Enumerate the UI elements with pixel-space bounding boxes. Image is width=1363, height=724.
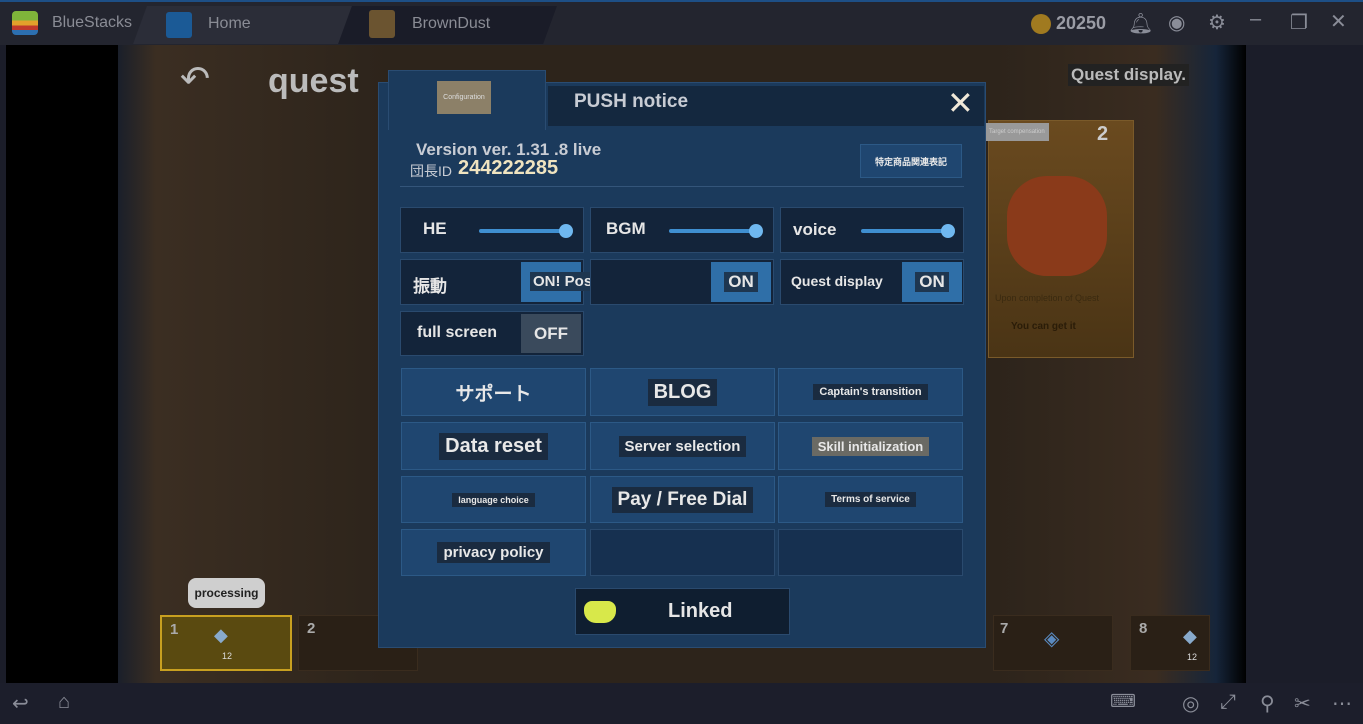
ticket-icon: ◈ (1044, 628, 1060, 650)
quest-display-label: Quest display. (1068, 64, 1189, 86)
tab-browndust-label[interactable]: BrownDust (412, 15, 490, 33)
tab-push-notice-label[interactable]: PUSH notice (574, 91, 688, 113)
app-name: BlueStacks (52, 14, 133, 31)
restore-icon[interactable]: ❐ (1290, 10, 1308, 35)
bgm-slider-track[interactable] (669, 224, 763, 238)
privacy-policy-button[interactable]: privacy policy (401, 529, 586, 576)
slider-bgm[interactable]: BGM (590, 207, 774, 253)
blog-button[interactable]: BLOG (590, 368, 775, 416)
quest-slot[interactable]: 7 ◈ (993, 615, 1113, 671)
back-arrow-icon[interactable]: ↶ (180, 58, 210, 100)
tab-configuration[interactable]: Configuration (388, 70, 546, 130)
post-emphasis-toggle[interactable]: ON (711, 262, 771, 302)
expand-icon[interactable]: ⋯ (1332, 691, 1352, 716)
browndust-avatar-icon (369, 10, 395, 38)
scroll-image-icon (1007, 176, 1107, 276)
fullscreen-icon[interactable]: ⤢ (1220, 691, 1236, 714)
home-nav-icon[interactable]: ⌂ (58, 691, 70, 714)
home-icon (166, 12, 192, 38)
gear-icon[interactable]: ⚙ (1208, 10, 1226, 35)
title-bar: BlueStacks Home BrownDust 20250 🔔︎ ◉ ⚙ –… (0, 0, 1363, 45)
coin-icon (1031, 14, 1051, 34)
quest-display-toggle[interactable]: ON (902, 262, 962, 302)
he-slider-track[interactable] (479, 224, 573, 238)
data-reset-button[interactable]: Data reset (401, 422, 586, 470)
bluestacks-logo-icon (12, 11, 38, 35)
reward-line2: You can get it (1011, 321, 1076, 332)
terms-of-service-button[interactable]: Terms of service (778, 476, 963, 523)
voice-slider-track[interactable] (861, 224, 955, 238)
support-button[interactable]: サポート (401, 368, 586, 416)
slider-knob[interactable] (559, 224, 573, 238)
slider-voice[interactable]: voice (780, 207, 964, 253)
scissors-icon[interactable]: ✂ (1294, 691, 1311, 716)
legal-notation-button[interactable]: 特定商品関連表記 (860, 144, 962, 178)
empty-slot (590, 529, 775, 576)
minimize-icon[interactable]: – (1250, 8, 1261, 31)
id-label: 団長ID (410, 163, 452, 179)
reward-card: Target compensation 2 Upon completion of… (985, 120, 1134, 358)
quest-slot[interactable]: 1 ◆ 12 (160, 615, 292, 671)
location-pin-icon[interactable]: ⚲ (1260, 691, 1275, 716)
gem-icon: ◆ (214, 625, 228, 645)
reward-line1: Upon completion of Quest (995, 293, 1100, 303)
screen-title: quest (268, 62, 359, 100)
keyboard-icon[interactable]: ⌨ (1110, 691, 1136, 712)
gem-icon: ◆ (1183, 626, 1197, 646)
back-icon[interactable]: ↩ (12, 691, 29, 716)
skill-initialization-button[interactable]: Skill initialization (778, 422, 963, 470)
reward-number: 2 (1097, 123, 1109, 145)
location-target-icon[interactable]: ◎ (1182, 691, 1199, 716)
full-screen-toggle[interactable]: OFF (521, 314, 581, 353)
coin-count: 20250 (1056, 13, 1107, 33)
tab-home-label[interactable]: Home (208, 15, 251, 33)
server-selection-button[interactable]: Server selection (590, 422, 775, 470)
reward-tag: Target compensation (985, 123, 1049, 141)
language-choice-button[interactable]: language choice (401, 476, 586, 523)
bottom-bar: ↩ ⌂ ⌨ ◎ ⤢ ⚲ ✂ ⋯ (0, 683, 1363, 724)
captains-transition-button[interactable]: Captain's transition (778, 368, 963, 416)
id-value: 244222285 (458, 157, 559, 179)
divider (400, 186, 964, 187)
account-icon[interactable]: ◉ (1168, 10, 1185, 35)
processing-bubble: processing (188, 578, 265, 608)
gamepad-icon (584, 601, 616, 623)
close-window-icon[interactable]: ✕ (1330, 9, 1347, 34)
bell-icon[interactable]: 🔔︎ (1128, 11, 1153, 36)
quest-slot[interactable]: 8 ◆ 12 (1130, 615, 1210, 671)
pay-free-dial-button[interactable]: Pay / Free Dial (590, 476, 775, 523)
empty-slot (778, 529, 963, 576)
linked-button[interactable]: Linked (575, 588, 790, 635)
slider-he[interactable]: HE (400, 207, 584, 253)
slider-knob[interactable] (749, 224, 763, 238)
close-dialog-icon[interactable]: ✕ (947, 84, 974, 122)
slider-knob[interactable] (941, 224, 955, 238)
